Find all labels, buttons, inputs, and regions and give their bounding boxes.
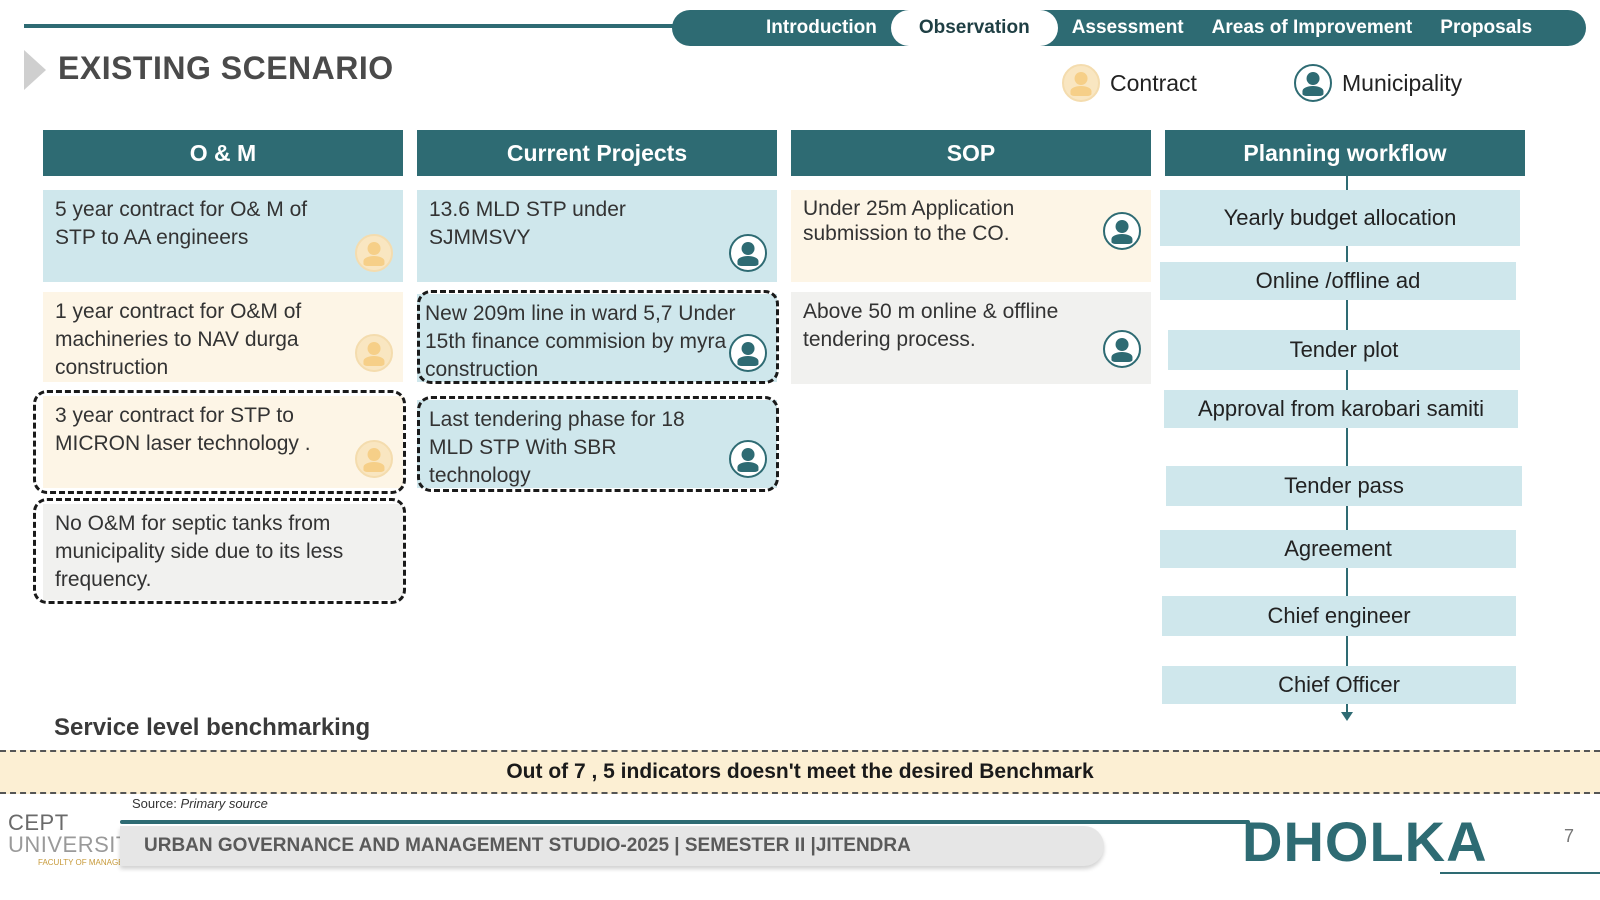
column-header-planning-workflow: Planning workflow	[1165, 130, 1525, 176]
title-chevron-icon	[24, 50, 46, 90]
footer-rule	[120, 820, 1250, 824]
workflow-step: Chief engineer	[1162, 596, 1516, 636]
highlight-frame	[33, 390, 406, 494]
tab-proposals[interactable]: Proposals	[1426, 10, 1546, 46]
om-card: 1 year contract for O&M of machineries t…	[43, 292, 403, 382]
footer-bar: URBAN GOVERNANCE AND MANAGEMENT STUDIO-2…	[120, 826, 1104, 866]
tab-observation[interactable]: Observation	[890, 10, 1058, 46]
highlight-frame	[33, 498, 406, 604]
legend-municipality-label: Municipality	[1342, 69, 1463, 96]
municipality-person-icon	[1103, 212, 1141, 250]
legend-municipality: Municipality	[1294, 64, 1462, 102]
om-card: 5 year contract for O& M of STP to AA en…	[43, 190, 403, 282]
workflow-step: Approval from karobari samiti	[1164, 390, 1518, 428]
city-underline	[1440, 872, 1600, 874]
benchmark-banner: Out of 7 , 5 indicators doesn't meet the…	[0, 750, 1600, 794]
source-note: Source: Primary source	[132, 796, 268, 811]
section-nav: Introduction Observation Assessment Area…	[672, 10, 1586, 46]
contract-person-icon	[355, 234, 393, 272]
benchmark-banner-text: Out of 7 , 5 indicators doesn't meet the…	[506, 760, 1094, 783]
om-card-text: 1 year contract for O&M of machineries t…	[55, 300, 302, 379]
studio-text: URBAN GOVERNANCE AND MANAGEMENT STUDIO-2…	[144, 835, 911, 856]
municipality-person-icon	[1103, 330, 1141, 368]
sop-card: Under 25m Application submission to the …	[791, 190, 1151, 282]
service-level-heading: Service level benchmarking	[54, 714, 371, 741]
project-card: 13.6 MLD STP under SJMMSVY	[417, 190, 777, 282]
workflow-step: Online /offline ad	[1160, 262, 1516, 300]
legend-contract: Contract	[1062, 64, 1197, 102]
workflow-step: Chief Officer	[1162, 666, 1516, 704]
contract-person-icon	[355, 334, 393, 372]
project-card-text: 13.6 MLD STP under SJMMSVY	[429, 198, 626, 249]
city-name: DHOLKA	[1242, 810, 1488, 873]
municipality-person-icon	[1294, 64, 1332, 102]
workflow-step: Yearly budget allocation	[1160, 190, 1520, 246]
column-header-sop: SOP	[791, 130, 1151, 176]
page-title: EXISTING SCENARIO	[58, 50, 394, 86]
column-header-current-projects: Current Projects	[417, 130, 777, 176]
sop-card-text: Above 50 m online & offline tendering pr…	[803, 300, 1059, 351]
workflow-step: Tender pass	[1166, 466, 1522, 506]
tab-introduction[interactable]: Introduction	[752, 10, 891, 46]
sop-card-text: Under 25m Application submission to the …	[803, 197, 1015, 245]
tab-areas-of-improvement[interactable]: Areas of Improvement	[1198, 10, 1427, 46]
sop-card: Above 50 m online & offline tendering pr…	[791, 292, 1151, 384]
arrow-down-icon	[1341, 712, 1353, 721]
source-label: Source:	[132, 796, 177, 811]
highlight-frame	[417, 290, 779, 384]
legend-contract-label: Contract	[1110, 69, 1197, 96]
municipality-person-icon	[729, 234, 767, 272]
highlight-frame	[417, 396, 779, 492]
header-rule	[24, 24, 684, 28]
column-header-om: O & M	[43, 130, 403, 176]
source-value: Primary source	[180, 796, 268, 811]
workflow-step: Agreement	[1160, 530, 1516, 568]
page-number: 7	[1564, 826, 1575, 846]
tab-assessment[interactable]: Assessment	[1058, 10, 1198, 46]
contract-person-icon	[1062, 64, 1100, 102]
om-card-text: 5 year contract for O& M of STP to AA en…	[55, 198, 308, 249]
workflow-step: Tender plot	[1168, 330, 1520, 370]
